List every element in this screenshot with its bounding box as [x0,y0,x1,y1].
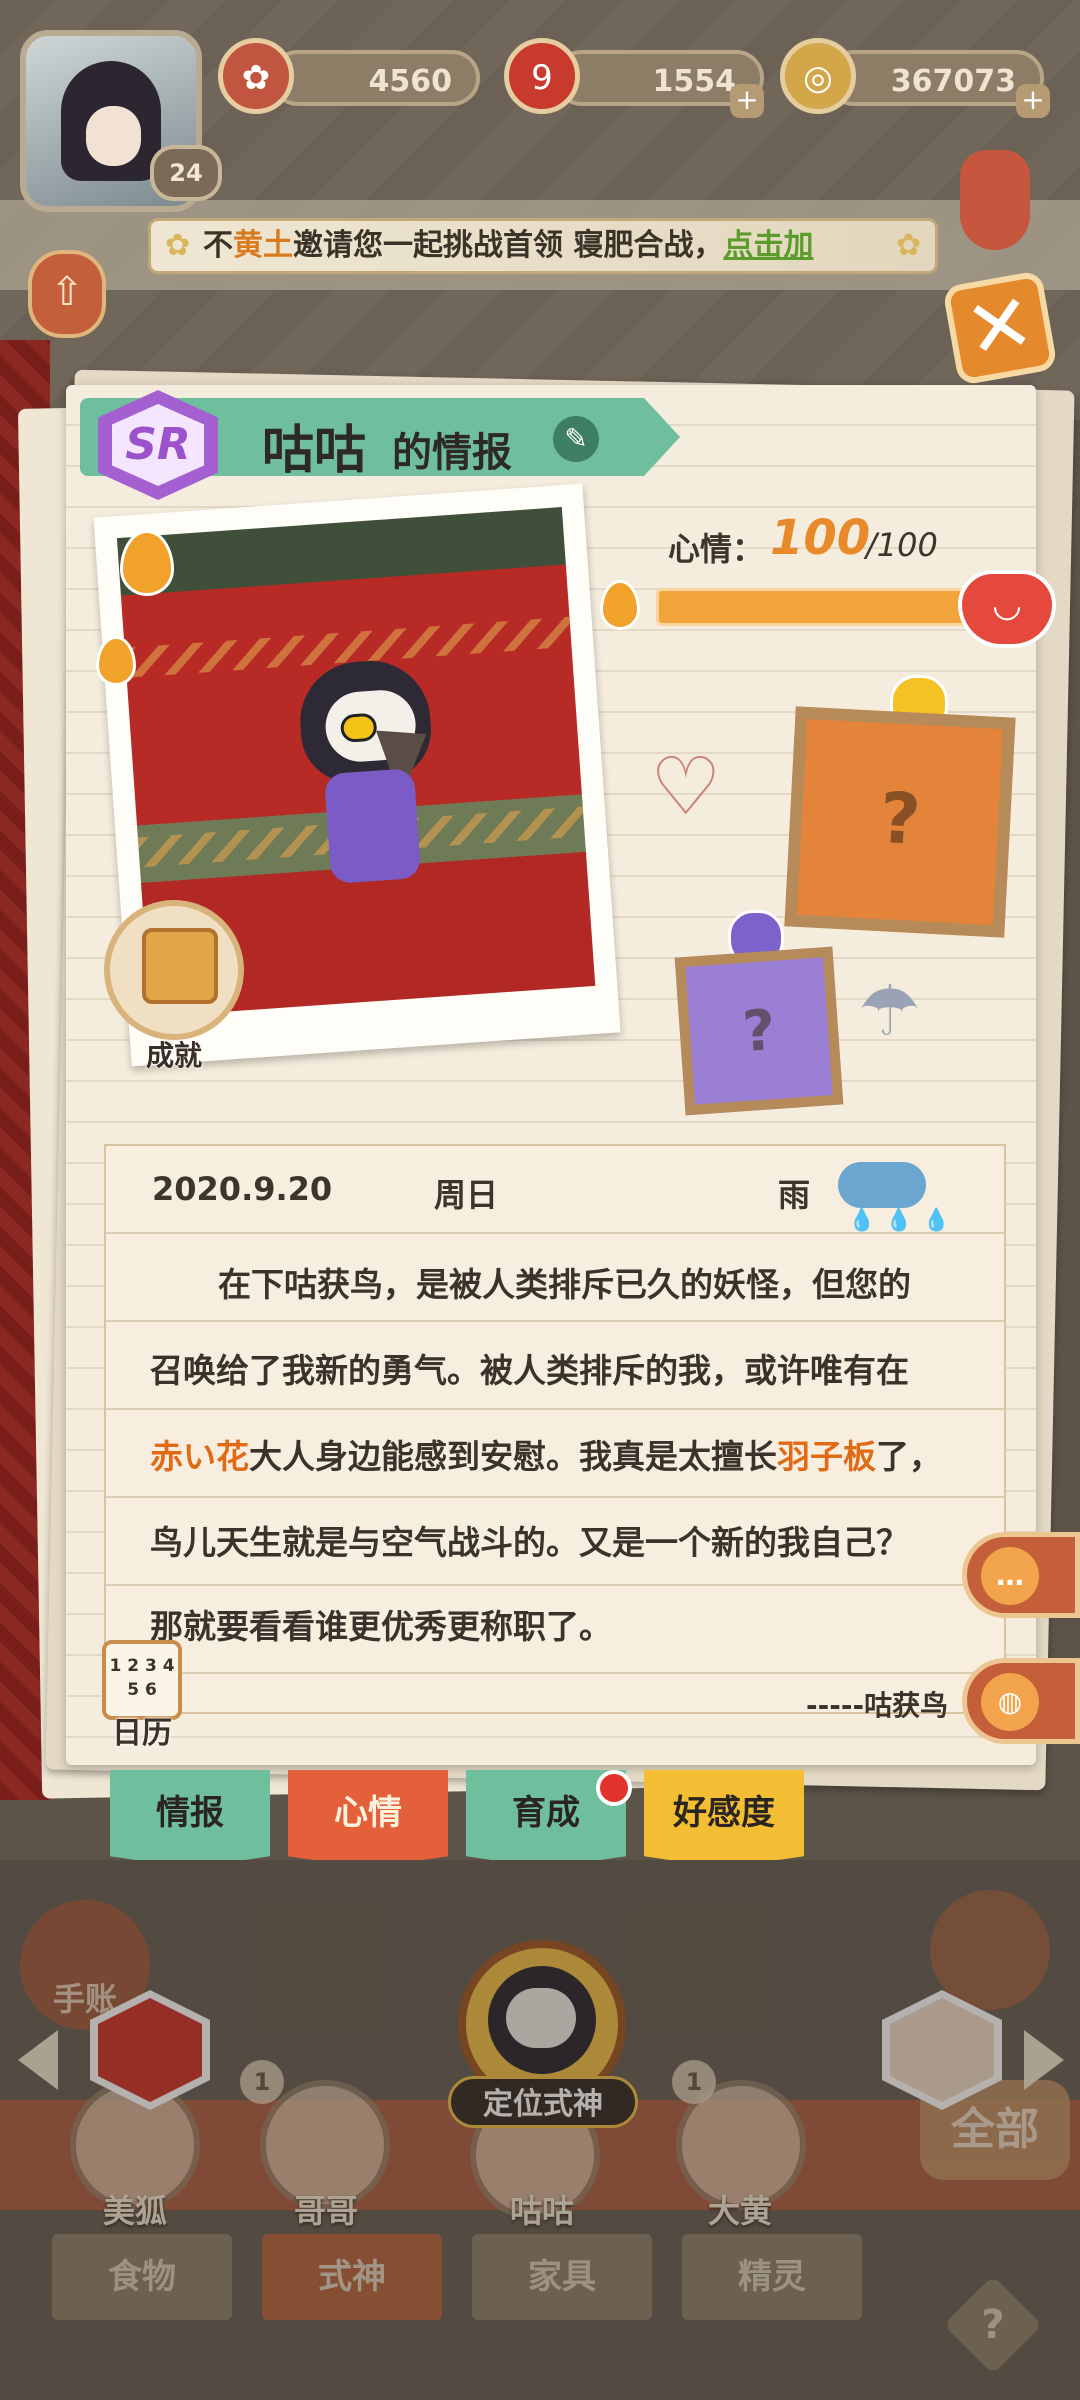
calendar-label: 日历 [112,1716,172,1751]
add-magatama-button[interactable]: + [730,84,764,118]
diary-line-5: 那就要看看谁更优秀更称职了。 [150,1607,612,1646]
diary-line-3-end: 了， [876,1437,942,1476]
tab-affection[interactable]: 好感度 [644,1770,804,1868]
invite-prefix: 不 [203,228,233,263]
crying-doodle-icon: ☂ [858,970,921,1052]
locked-sad-frame[interactable]: ? [674,946,844,1116]
coin-icon: ◎ [780,38,856,114]
diary-date: 2020.9.20 [152,1170,333,1208]
category-furniture[interactable]: 家具 [472,2234,652,2320]
oni-mask-icon [98,1998,202,2102]
character-name: 大黄 [707,2192,772,2230]
locate-shikigami-label: 定位式神 [448,2076,638,2128]
diary-highlight-flower: 赤い花 [150,1437,249,1476]
diary-signature: -----咕获鸟 [806,1689,949,1722]
diary-line-3: 赤い花大人身边能感到安慰。我真是太擅长羽子板了， [150,1430,942,1478]
rarity-badge: SR [88,384,228,506]
diary-line-1: 在下咕获鸟，是被人类排斥已久的妖怪，但您的 [218,1265,911,1304]
chat-button[interactable]: … [962,1532,1080,1618]
avatar-face [86,106,141,166]
mood-label: 心情： [668,530,765,568]
question-icon: ? [877,776,923,862]
category-shikigami[interactable]: 式神 [262,2234,442,2320]
chat-bubble-icon: … [981,1547,1039,1605]
title-suffix: 的情报 [392,430,512,476]
diary-line-3-text: 大人身边能感到安慰。我真是太擅长 [249,1437,777,1476]
character-level-tag: 1 [240,2060,284,2104]
invite-join-link[interactable]: 点击加 [723,228,813,263]
dancing-doodle-icon: ♡ [650,740,722,833]
character-name: 哥哥 [293,2192,358,2230]
shikigami-name: 咕咕 [262,421,367,481]
return-arrow-icon[interactable] [930,1890,1050,2010]
notification-dot [596,1770,632,1806]
currency-coin-bar: 367073 [826,50,1044,106]
gift-icon: ◍ [981,1673,1039,1731]
scroll-right-arrow-icon[interactable] [1024,2030,1064,2090]
mood-value: 100 [770,510,871,566]
category-food[interactable]: 食物 [52,2234,232,2320]
rarity-text: SR [125,419,191,470]
close-button[interactable]: ✕ [942,270,1058,386]
help-button[interactable]: ? [943,2275,1043,2375]
achievement-button[interactable] [104,900,244,1040]
rain-drops-icon: 💧💧💧 [848,1208,961,1233]
add-coin-button[interactable]: + [1016,84,1050,118]
invite-inviter: 黄土 [233,228,293,263]
player-level-badge: 24 [150,145,222,201]
invite-message: 邀请您一起挑战首领 寝肥合战， [293,228,724,263]
character-name: 咕咕 [509,2192,574,2230]
achievement-label: 成就 [145,1039,202,1072]
currency-plum-bar: 4560 [270,50,480,106]
diary-highlight-paddle: 羽子板 [777,1437,876,1476]
diary-weekday: 周日 [434,1176,499,1214]
character-name: 美狐 [102,2192,167,2230]
bird-mask-icon [506,1988,576,2048]
achievement-book-icon [142,928,218,1004]
tab-info[interactable]: 情报 [110,1770,270,1868]
star-icon: ✿ [895,228,921,263]
mood-bar [656,588,976,626]
heart-face-icon: ◡ [958,570,1056,648]
diary-weather: 雨 [778,1176,811,1214]
locked-happy-frame[interactable]: ? [784,706,1016,938]
girl-portrait-icon [890,1998,994,2102]
question-icon: ? [740,997,778,1066]
scroll-left-arrow-icon[interactable] [18,2030,58,2090]
diary-line-4: 鸟儿天生就是与空气战斗的。又是一个新的我自己？ [150,1523,909,1562]
rain-cloud-icon [838,1162,926,1208]
help-icon: ? [981,2302,1005,2348]
star-icon: ✿ [165,228,191,263]
category-spirit[interactable]: 精灵 [682,2234,862,2320]
plum-icon: ✿ [218,38,294,114]
lantern-icon[interactable]: ⇧ [28,250,106,338]
edit-name-icon[interactable]: ✎ [553,416,599,462]
invite-banner[interactable]: ✿ 不黄土邀请您一起挑战首领 寝肥合战，点击加 ✿ [148,218,938,274]
bird-body [323,768,422,885]
character-level-tag: 1 [672,2060,716,2104]
mood-max: /100 [866,526,938,564]
fish-ornament-icon [960,150,1030,250]
diary-line-2: 召唤给了我新的勇气。被人类排斥的我，或许唯有在 [150,1351,909,1390]
magatama-icon: 9 [504,38,580,114]
gift-button[interactable]: ◍ [962,1658,1080,1744]
bird-character [276,656,462,897]
tab-mood[interactable]: 心情 [288,1770,448,1868]
